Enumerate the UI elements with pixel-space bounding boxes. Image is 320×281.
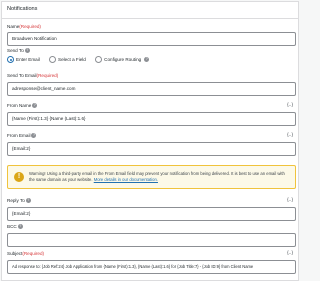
bcc-label: BCC? (7, 224, 23, 230)
from-email-input[interactable]: {Email:2} (7, 142, 296, 156)
from-name-field: From Name? {..} {Name (First):1.3} {Name… (7, 103, 296, 126)
subject-input[interactable]: Ad response to: {Job Ref:24} Job Applica… (7, 260, 296, 274)
send-to-label: Send To? (7, 48, 30, 54)
reply-to-input[interactable]: {Email:2} (7, 207, 296, 221)
help-icon[interactable]: ? (17, 224, 23, 230)
help-icon[interactable]: ? (24, 48, 30, 54)
radio-select-field-label: Select a Field (58, 57, 86, 62)
subject-field: Subject(Required) {..} Ad response to: {… (7, 251, 296, 274)
from-name-label: From Name? (7, 103, 38, 109)
send-to-email-input[interactable]: adresponse@client_name.com (7, 82, 296, 96)
help-icon[interactable]: ? (144, 57, 150, 62)
notifications-panel: Notifications Name(Required) Broadwen No… (1, 1, 299, 281)
radio-select-field[interactable] (49, 56, 57, 63)
merge-tag-button[interactable]: {..} (287, 133, 293, 138)
from-email-field: From Email? {..} {Email:2} (7, 133, 296, 156)
merge-tag-button[interactable]: {..} (287, 103, 293, 108)
warning-icon: ! (14, 172, 24, 182)
name-field: Name(Required) Broadwen Notification (7, 24, 296, 46)
warning-text: Warning! Using a third-party email in th… (29, 171, 285, 182)
send-to-field: Send To? Enter Email Select a Field Conf… (7, 48, 296, 63)
name-label: Name(Required) (7, 24, 41, 29)
name-input[interactable]: Broadwen Notification (7, 32, 296, 46)
bcc-input[interactable] (7, 233, 296, 247)
radio-enter-email-label: Enter Email (16, 57, 40, 62)
radio-configure-routing-label: Configure Routing (104, 57, 142, 62)
subject-label: Subject(Required) (7, 251, 45, 256)
merge-tag-button[interactable]: {..} (287, 251, 293, 256)
radio-enter-email[interactable] (7, 56, 14, 63)
documentation-link[interactable]: More details in our documentation. (94, 177, 158, 182)
from-name-input[interactable]: {Name (First):1.3} {Name (Last):1.6} (7, 112, 296, 126)
reply-to-field: Reply To? {..} {Email:2} (7, 198, 296, 221)
merge-tag-button[interactable]: {..} (287, 198, 293, 203)
third-party-email-warning: ! Warning! Using a third-party email in … (7, 165, 296, 189)
help-icon[interactable]: ? (32, 103, 38, 109)
from-email-label: From Email? (7, 133, 37, 139)
reply-to-label: Reply To? (7, 198, 31, 204)
bcc-field: BCC? (7, 224, 296, 247)
send-to-email-label: Send To Email(Required) (7, 73, 59, 78)
radio-configure-routing[interactable] (95, 56, 103, 63)
panel-title: Notifications (2, 2, 298, 19)
send-to-radio-group: Enter Email Select a Field Configure Rou… (7, 56, 150, 66)
help-icon[interactable]: ? (31, 133, 37, 139)
help-icon[interactable]: ? (25, 198, 31, 204)
send-to-email-field: Send To Email(Required) adresponse@clien… (7, 73, 296, 96)
